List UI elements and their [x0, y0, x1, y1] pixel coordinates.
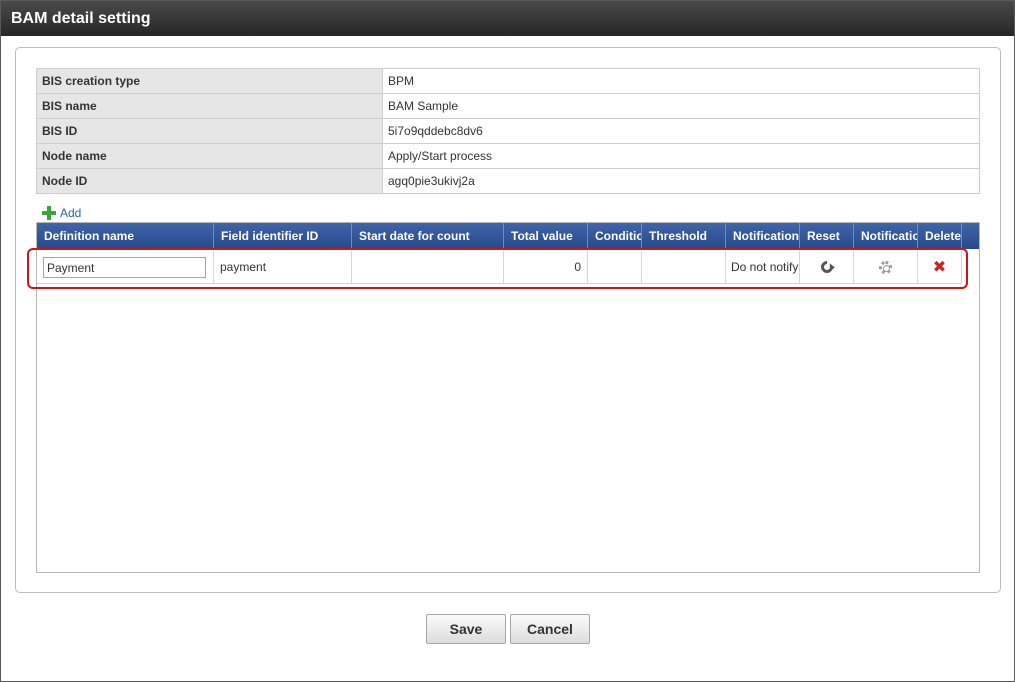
- notification-settings-button[interactable]: [854, 251, 918, 284]
- settings-panel: BIS creation type BPM BIS name BAM Sampl…: [15, 47, 1001, 593]
- cell-field-identifier-id: payment: [214, 251, 352, 284]
- bis-info-table: BIS creation type BPM BIS name BAM Sampl…: [36, 68, 980, 194]
- info-row-creation-type: BIS creation type BPM: [36, 68, 980, 94]
- grid-header: Definition name Field identifier ID Star…: [37, 223, 979, 249]
- add-definition-link[interactable]: Add: [42, 205, 81, 221]
- col-start-date[interactable]: Start date for count: [352, 223, 504, 249]
- reset-button[interactable]: [800, 251, 854, 284]
- col-total-value[interactable]: Total value: [504, 223, 588, 249]
- dialog-title: BAM detail setting: [1, 1, 1014, 36]
- info-label: Node name: [36, 143, 383, 169]
- info-row-bis-id: BIS ID 5i7o9qddebc8dv6: [36, 118, 980, 144]
- bam-detail-dialog: BAM detail setting BIS creation type BPM…: [0, 0, 1015, 682]
- add-label: Add: [60, 206, 82, 220]
- col-condition[interactable]: Condition: [588, 223, 642, 249]
- info-label: BIS ID: [36, 118, 383, 144]
- reset-icon: [818, 258, 835, 276]
- cell-start-date: [352, 251, 504, 284]
- info-value: BAM Sample: [382, 93, 980, 119]
- definition-name-input[interactable]: [43, 257, 206, 278]
- cell-definition-name: [37, 251, 214, 284]
- cell-condition: [588, 251, 642, 284]
- info-value: agq0pie3ukivj2a: [382, 168, 980, 194]
- col-reset[interactable]: Reset: [800, 223, 854, 249]
- delete-icon: ✖: [932, 257, 947, 276]
- info-row-node-id: Node ID agq0pie3ukivj2a: [36, 168, 980, 194]
- info-label: BIS name: [36, 93, 383, 119]
- col-threshold[interactable]: Threshold: [642, 223, 726, 249]
- info-row-bis-name: BIS name BAM Sample: [36, 93, 980, 119]
- delete-button[interactable]: ✖: [918, 251, 962, 284]
- info-value: Apply/Start process: [382, 143, 980, 169]
- info-label: Node ID: [36, 168, 383, 194]
- col-delete[interactable]: Delete: [918, 223, 962, 249]
- col-notification-settings[interactable]: Notification: [854, 223, 918, 249]
- col-field-identifier-id[interactable]: Field identifier ID: [214, 223, 352, 249]
- cell-total-value: 0: [504, 251, 588, 284]
- info-label: BIS creation type: [36, 68, 383, 94]
- col-definition-name[interactable]: Definition name: [37, 223, 214, 249]
- plus-icon: [42, 206, 56, 220]
- cell-threshold: [642, 251, 726, 284]
- definition-grid: Definition name Field identifier ID Star…: [36, 222, 980, 573]
- gear-icon: [879, 260, 892, 274]
- col-notification[interactable]: Notification: [726, 223, 800, 249]
- info-row-node-name: Node name Apply/Start process: [36, 143, 980, 169]
- info-value: 5i7o9qddebc8dv6: [382, 118, 980, 144]
- cell-notification: Do not notify: [726, 251, 800, 284]
- table-row: payment 0 Do not notify ✖: [37, 251, 979, 284]
- info-value: BPM: [382, 68, 980, 94]
- save-button[interactable]: Save: [426, 614, 506, 644]
- cancel-button[interactable]: Cancel: [510, 614, 590, 644]
